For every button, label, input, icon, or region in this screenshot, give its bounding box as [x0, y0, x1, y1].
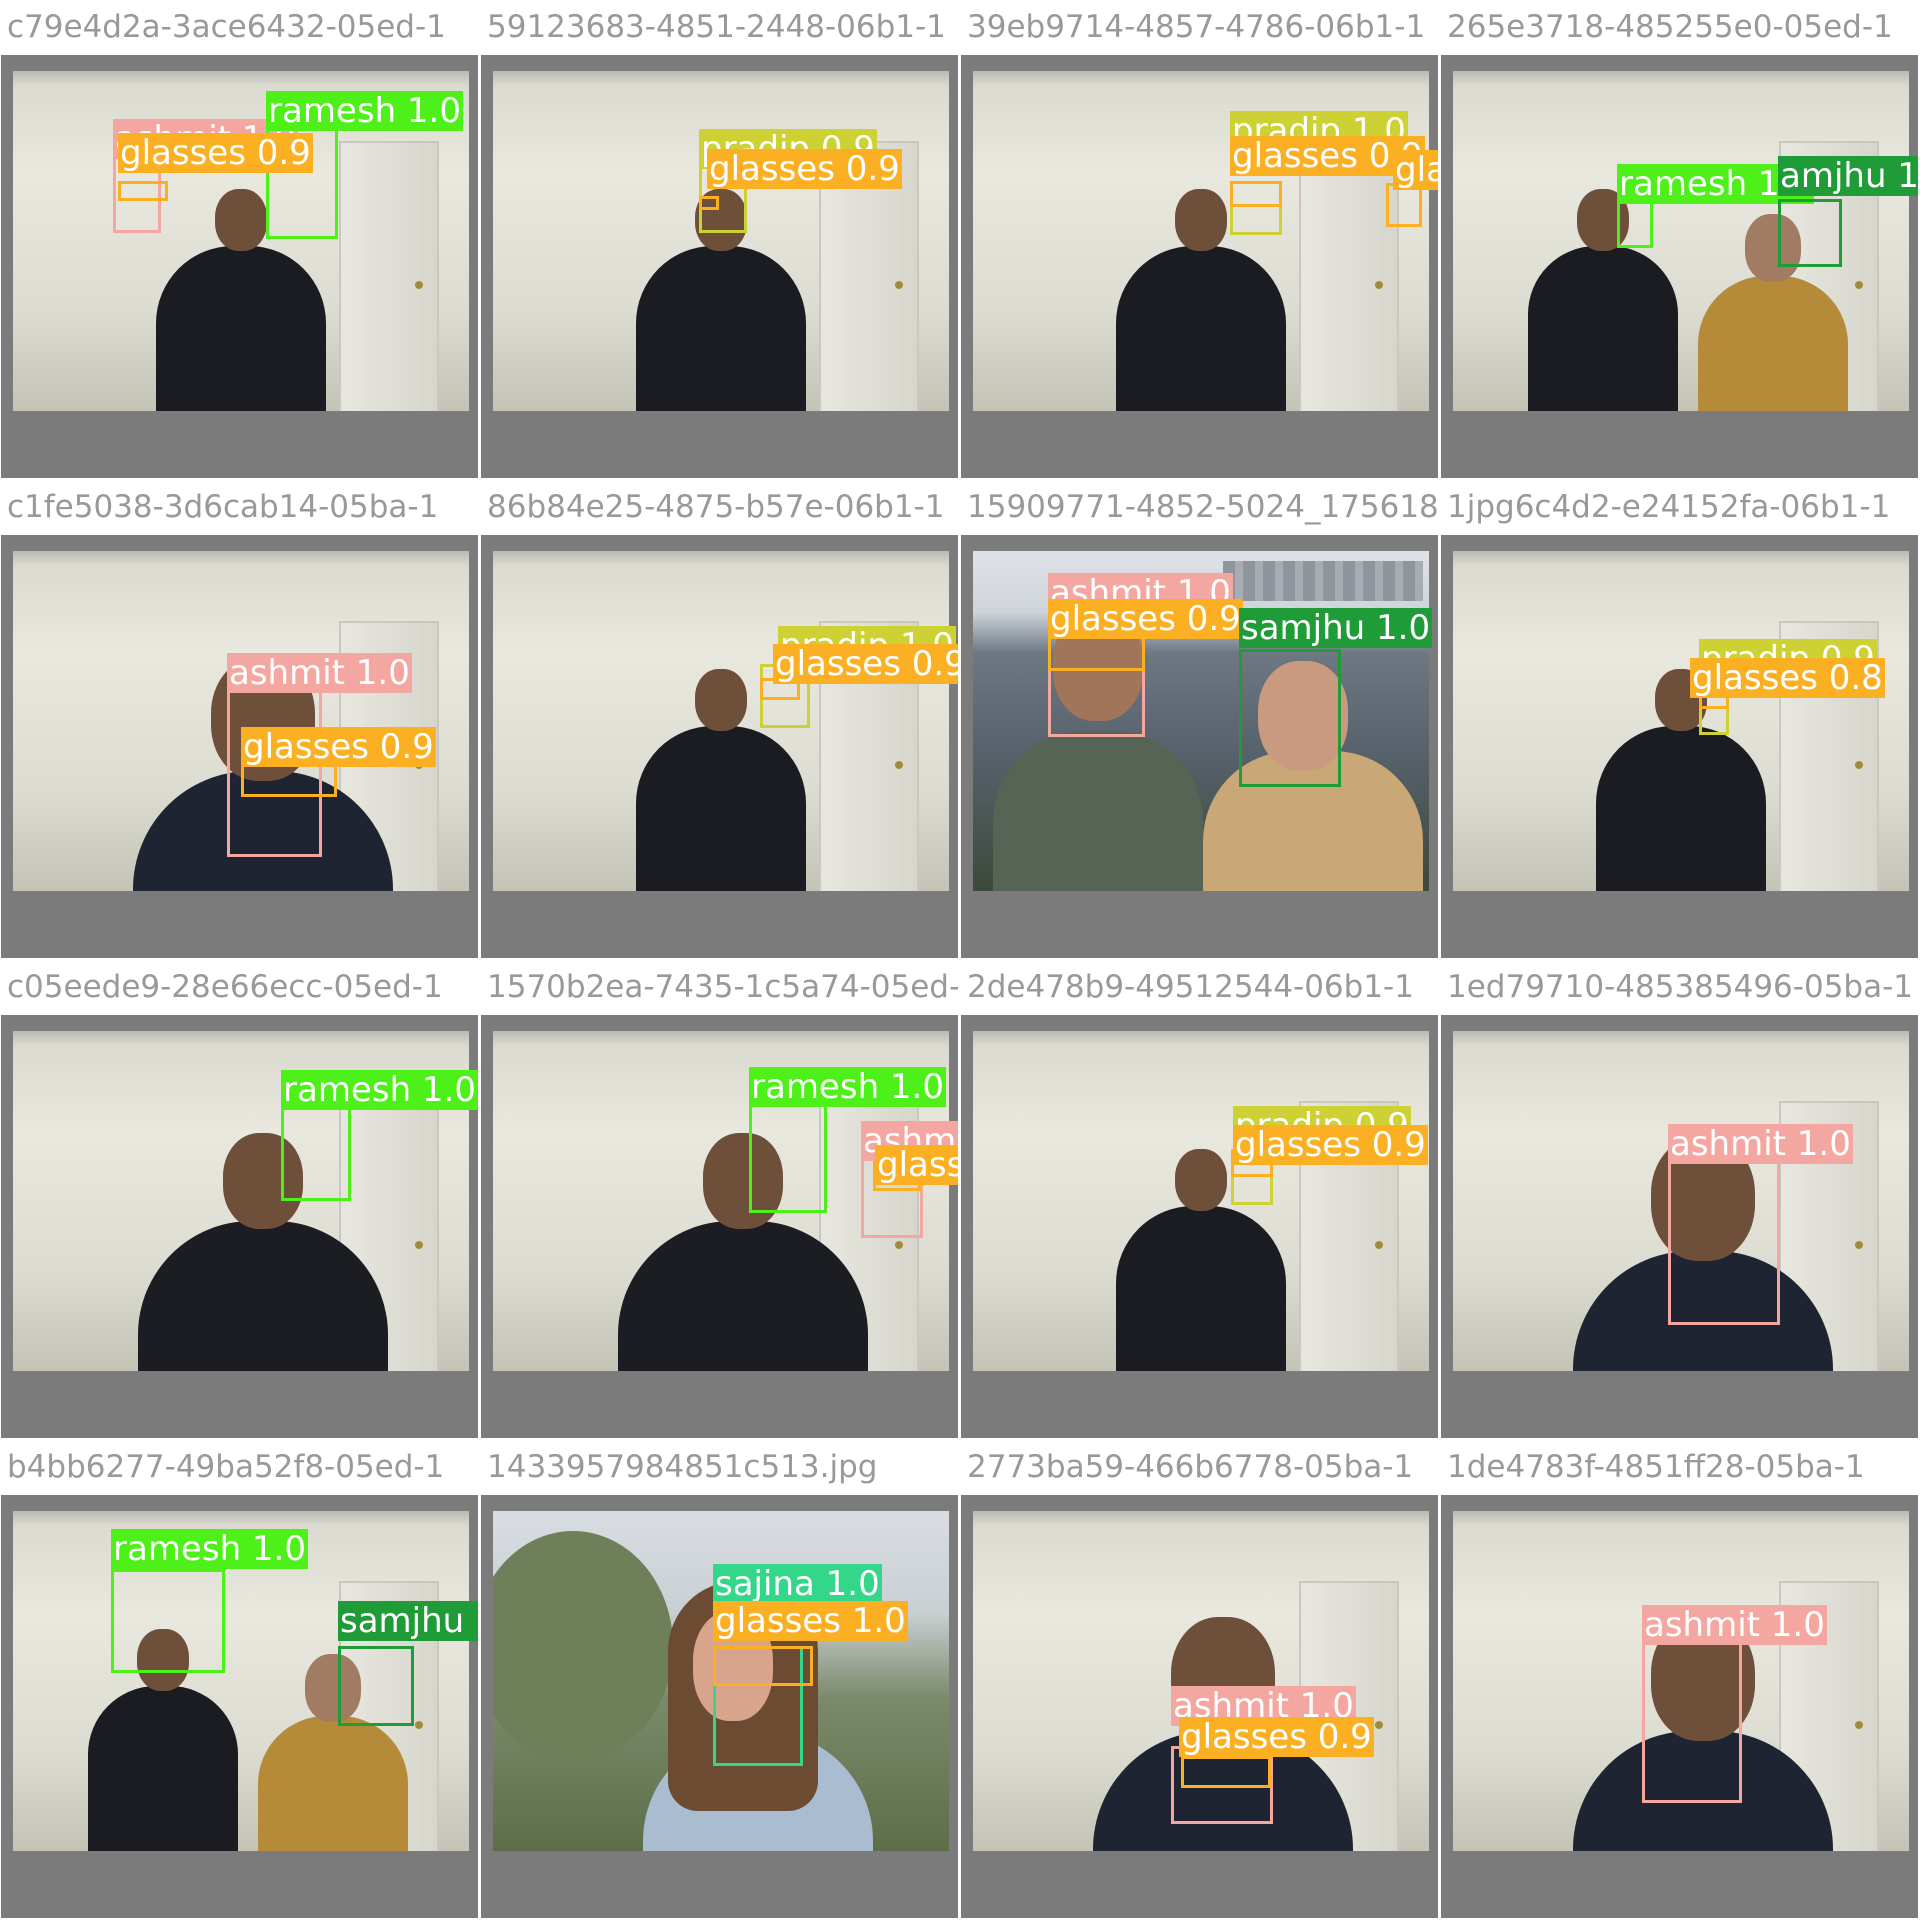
detection-label: glasses 0.9: [707, 149, 902, 189]
tile-title: b4bb6277-49ba52f8-05ed-1: [7, 1449, 445, 1485]
tile-title: 86b84e25-4875-b57e-06b1-1: [487, 489, 945, 525]
tile-title: 39eb9714-4857-4786-06b1-1: [967, 9, 1426, 45]
tile: 15909771-4852-5024_175618 ashmit 1.0 glass…: [961, 481, 1438, 958]
bounding-box: [111, 1569, 225, 1673]
tile-title: 59123683-4851-2448-06b1-1: [487, 9, 946, 45]
detection-label: glasses 0.9: [1233, 1125, 1428, 1165]
detection-label: glasses 0.9: [241, 727, 436, 767]
bounding-box: [281, 1101, 351, 1201]
tile-title: 1ed79710-485385496-05ba-1: [1447, 969, 1913, 1005]
tile: 1433957984851c513.jpg sajina 1.0 glasses 1…: [481, 1441, 958, 1918]
tile-title: 265e3718-485255e0-05ed-1: [1447, 9, 1893, 45]
detection-label: glasses 0.9: [875, 1145, 958, 1185]
tile-title: 15909771-4852-5024_175618: [967, 489, 1438, 525]
detection-label: glasses 0.9: [1393, 150, 1438, 190]
tile-photo: [1453, 551, 1909, 891]
detection-label: ramesh 1.0: [111, 1529, 308, 1569]
detection-label: ashmit 1.0: [1668, 1124, 1853, 1164]
detection-label: ashmit 1.0: [227, 653, 412, 693]
detection-label: ashmit 1.0: [1642, 1605, 1827, 1645]
tile-title: 1jpg6c4d2-e24152fa-06b1-1: [1447, 489, 1891, 525]
tile: 2de478b9-49512544-06b1-1pradip 0.9glasse…: [961, 961, 1438, 1438]
tile: 2773ba59-466b6778-05ba-1 ashmit 1.0 glasse…: [961, 1441, 1438, 1918]
tile-photo: [493, 551, 949, 891]
tile-photo: [973, 1031, 1429, 1371]
detection-label: sajina 1.0: [713, 1564, 882, 1604]
tile: c79e4d2a-3ace6432-05ed-1ashmit 1.0ramesh…: [1, 1, 478, 478]
bounding-box: [1642, 1641, 1742, 1803]
tile: 1570b2ea-7435-1c5a74-05ed-1 ramesh 1.0 ash…: [481, 961, 958, 1438]
tile: 86b84e25-4875-b57e-06b1-1pradip 1.0glass…: [481, 481, 958, 958]
detection-label: samjhu 1.0: [1239, 608, 1433, 648]
tile: 1de4783f-4851ff28-05ba-1 ashmit 1.0: [1441, 1441, 1918, 1918]
tile: 1ed79710-485385496-05ba-1 ashmit 1.0: [1441, 961, 1918, 1438]
tile-title: 2773ba59-466b6778-05ba-1: [967, 1449, 1414, 1485]
detection-label: samjhu 1.0: [338, 1601, 478, 1641]
tile: 1jpg6c4d2-e24152fa-06b1-1pradip 0.9glass…: [1441, 481, 1918, 958]
detection-label: glasses 0.9: [1048, 599, 1243, 639]
detection-label: amjhu 1: [1778, 156, 1918, 196]
detection-mosaic: c79e4d2a-3ace6432-05ed-1 ashmit 1.0 ramesh…: [0, 0, 1920, 1920]
detection-label: glasses 0.9: [773, 644, 958, 684]
detection-label: ramesh 1.0: [749, 1067, 946, 1107]
tile-title: 1433957984851c513.jpg: [487, 1449, 878, 1485]
detection-label: glasses 1.0: [713, 1601, 908, 1641]
tile-title: 2de478b9-49512544-06b1-1: [967, 969, 1414, 1005]
bounding-box: [1778, 199, 1842, 267]
tile-title: c05eede9-28e66ecc-05ed-1: [7, 969, 443, 1005]
tile-title: c1fe5038-3d6cab14-05ba-1: [7, 489, 439, 525]
detection-label: glasses 0.9: [1179, 1717, 1374, 1757]
tile-title: 1de4783f-4851ff28-05ba-1: [1447, 1449, 1865, 1485]
tile: 59123683-4851-2448-06b1-1pradip 0.9glass…: [481, 1, 958, 478]
bounding-box: [749, 1101, 827, 1213]
bounding-box: [1239, 649, 1341, 787]
tile: c1fe5038-3d6cab14-05ba-1 ashmit 1.0 glasse…: [1, 481, 478, 958]
tile-title: 1570b2ea-7435-1c5a74-05ed-1: [487, 969, 958, 1005]
tile: 39eb9714-4857-4786-06b1-1 pradip 1.0 glass…: [961, 1, 1438, 478]
bounding-box: [338, 1646, 414, 1726]
bounding-box: [1230, 181, 1282, 207]
bounding-box: [118, 181, 168, 201]
bounding-box: [713, 1646, 813, 1686]
detection-label: ramesh 1.0: [281, 1070, 478, 1110]
tile: c05eede9-28e66ecc-05ed-1 ramesh 1.0: [1, 961, 478, 1438]
bounding-box: [1181, 1756, 1271, 1788]
detection-label: glasses 0.8: [1690, 658, 1885, 698]
detection-label: glasses 0.9: [118, 133, 313, 173]
tile-title: c79e4d2a-3ace6432-05ed-1: [7, 9, 446, 45]
bounding-box: [241, 763, 337, 797]
tile-photo: [493, 71, 949, 411]
bounding-box: [1668, 1161, 1780, 1325]
tile: 265e3718-485255e0-05ed-1 ramesh 1.0 amjhu …: [1441, 1, 1918, 478]
detection-label: ramesh 1.0: [266, 91, 463, 131]
bounding-box: [699, 196, 719, 210]
tile: b4bb6277-49ba52f8-05ed-1 ramesh 1.0 samjhu…: [1, 1441, 478, 1918]
